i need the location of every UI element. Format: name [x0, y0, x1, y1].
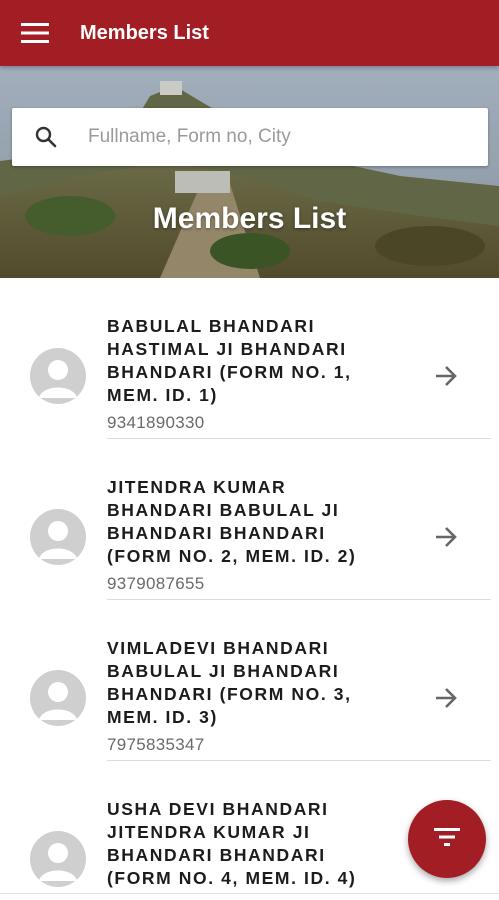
filter-icon	[433, 827, 461, 852]
avatar	[30, 509, 86, 565]
avatar	[30, 348, 86, 404]
member-info: BABULAL BHANDARI HASTIMAL JI BHANDARI BH…	[107, 315, 387, 433]
member-info: VIMLADEVI BHANDARI BABULAL JI BHANDARI B…	[107, 637, 387, 755]
arrow-right-icon[interactable]	[426, 678, 466, 718]
arrow-right-icon[interactable]	[426, 356, 466, 396]
member-phone: 7975835347	[107, 735, 205, 754]
app-bar: Members List	[0, 0, 499, 66]
member-name: BABULAL BHANDARI HASTIMAL JI BHANDARI BH…	[107, 316, 352, 405]
member-info: USHA DEVI BHANDARI JITENDRA KUMAR JI BHA…	[107, 798, 387, 896]
member-info: JITENDRA KUMAR BHANDARI BABULAL JI BHAND…	[107, 476, 387, 594]
arrow-right-icon[interactable]	[426, 517, 466, 557]
bottom-divider	[0, 893, 499, 894]
member-name: VIMLADEVI BHANDARI BABULAL JI BHANDARI B…	[107, 638, 352, 727]
hamburger-menu-icon[interactable]	[0, 0, 70, 66]
filter-button[interactable]	[408, 800, 486, 878]
member-name: JITENDRA KUMAR BHANDARI BABULAL JI BHAND…	[107, 477, 357, 566]
hero-title: Members List	[152, 202, 347, 235]
list-item[interactable]: JITENDRA KUMAR BHANDARI BABULAL JI BHAND…	[0, 439, 499, 600]
hero-banner: Members List	[0, 66, 499, 278]
avatar	[30, 670, 86, 726]
member-phone: 9341890330	[107, 413, 205, 432]
search-bar	[12, 108, 488, 166]
hero-background-image	[0, 66, 499, 278]
member-name: USHA DEVI BHANDARI JITENDRA KUMAR JI BHA…	[107, 799, 357, 888]
member-phone: 9379087655	[107, 574, 205, 593]
search-icon	[20, 108, 72, 166]
list-item[interactable]: BABULAL BHANDARI HASTIMAL JI BHANDARI BH…	[0, 278, 499, 439]
app-bar-title: Members List	[80, 21, 209, 44]
avatar	[30, 831, 86, 887]
search-input[interactable]	[88, 108, 488, 166]
list-item[interactable]: VIMLADEVI BHANDARI BABULAL JI BHANDARI B…	[0, 600, 499, 761]
